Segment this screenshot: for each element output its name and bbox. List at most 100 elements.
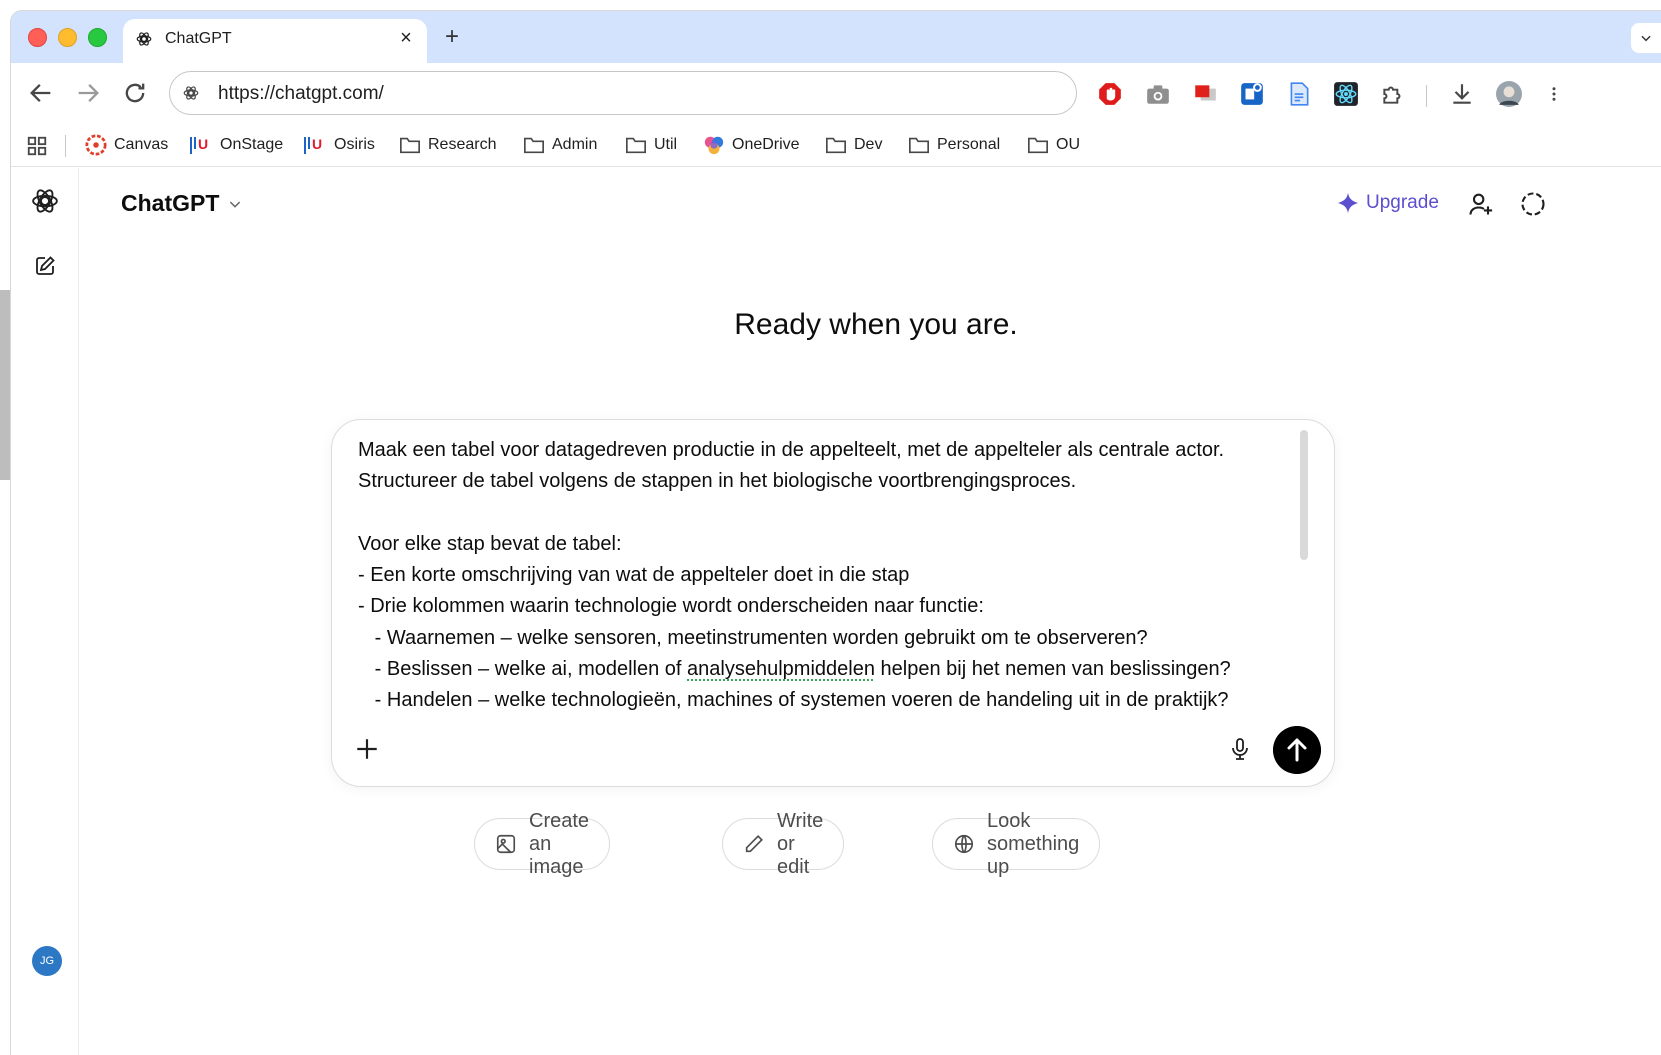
model-selector-title[interactable]: ChatGPT [121, 190, 219, 217]
chip-look-up[interactable]: Look something up [932, 810, 1101, 878]
prompt-line: - Handelen – welke technologieën, machin… [358, 689, 1229, 712]
bookmark-research[interactable]: Research [399, 133, 496, 157]
chip-create-image[interactable]: Create an image [474, 810, 611, 878]
uu-logo-icon: U [190, 136, 208, 154]
folder-icon [524, 137, 544, 154]
bookmark-label: Personal [937, 136, 1001, 153]
prompt-line: - Waarnemen – welke sensoren, meetinstru… [358, 626, 1148, 649]
openai-logo-icon [136, 32, 152, 46]
new-tab-button[interactable]: + [439, 25, 465, 51]
folder-icon [826, 137, 846, 154]
tab-search-button[interactable] [1631, 23, 1661, 53]
apps-grid-icon[interactable] [26, 135, 48, 157]
bookmark-admin[interactable]: Admin [523, 133, 597, 157]
tab-strip: ChatGPT × + [11, 11, 1661, 63]
add-attachment-icon[interactable] [354, 736, 380, 762]
folder-icon [1028, 137, 1048, 154]
download-icon[interactable] [1449, 81, 1475, 107]
prompt-textarea[interactable]: Maak een tabel voor datagedreven product… [358, 435, 1308, 729]
bookmark-util[interactable]: Util [625, 133, 677, 157]
folder-icon [400, 137, 420, 154]
composer-scrollbar[interactable] [1300, 430, 1308, 560]
chevron-down-icon[interactable] [227, 196, 243, 212]
hero-heading: Ready when you are. [734, 308, 1018, 341]
back-arrow-icon[interactable] [27, 79, 55, 107]
prompt-line: Voor elke stap bevat de tabel: [358, 532, 622, 555]
docs-extension-icon[interactable] [1286, 81, 1312, 107]
bookmark-osiris[interactable]: U Osiris [303, 133, 375, 157]
prompt-line: helpen bij het nemen van beslissingen? [874, 658, 1231, 681]
chevron-down-icon [1641, 35, 1651, 42]
bookmark-ou[interactable]: OU [1027, 133, 1080, 157]
profile-avatar-icon[interactable] [1496, 81, 1522, 107]
prompt-line: Structureer de tabel volgens de stappen … [358, 470, 1077, 493]
bookmark-onstage[interactable]: U OnStage [189, 133, 283, 157]
prompt-line: - Drie kolommen waarin technologie wordt… [358, 595, 984, 618]
maximize-window-button[interactable] [88, 28, 107, 47]
sparkle-icon [1337, 192, 1359, 214]
toolbar-divider [1426, 85, 1427, 107]
svg-text:U: U [312, 136, 322, 152]
upgrade-button[interactable]: Upgrade [1337, 188, 1439, 218]
chip-label: Look something up [987, 809, 1080, 878]
password-extension-icon[interactable] [1239, 81, 1265, 107]
svg-text:U: U [198, 136, 208, 152]
site-info-icon[interactable] [182, 84, 200, 102]
bookmark-label: Util [654, 136, 678, 153]
send-button[interactable] [1273, 726, 1321, 774]
pdf-extension-icon[interactable] [1192, 81, 1218, 107]
bookmarks-divider [65, 135, 66, 157]
image-icon [496, 834, 516, 854]
react-devtools-icon[interactable] [1333, 81, 1359, 107]
prompt-composer[interactable]: Maak een tabel voor datagedreven product… [331, 419, 1335, 787]
adblock-extension-icon[interactable] [1097, 81, 1123, 107]
more-menu-icon[interactable] [1545, 81, 1563, 107]
url-text: https://chatgpt.com/ [218, 83, 384, 104]
minimize-window-button[interactable] [58, 28, 77, 47]
new-chat-icon[interactable] [33, 254, 57, 278]
browser-window: ChatGPT × + https://chatgpt.com/ Canvas … [10, 10, 1661, 1055]
openai-logo-icon[interactable] [30, 186, 60, 216]
page-scroll-edge [0, 290, 10, 480]
bookmark-onedrive[interactable]: OneDrive [703, 133, 800, 157]
uu-logo-icon: U [304, 136, 322, 154]
chip-write-edit[interactable]: Write or edit [722, 810, 845, 878]
chip-label: Create an image [529, 809, 590, 878]
camera-extension-icon[interactable] [1145, 81, 1171, 107]
bookmark-label: OneDrive [732, 136, 800, 153]
bookmark-personal[interactable]: Personal [908, 133, 1000, 157]
prompt-line: - Een korte omschrijving van wat de appe… [358, 564, 910, 587]
prompt-line: Maak een tabel voor datagedreven product… [358, 439, 1225, 461]
globe-icon [954, 834, 974, 854]
folder-icon [626, 137, 646, 154]
bookmark-label: Admin [552, 136, 598, 153]
bookmark-label: Osiris [334, 136, 375, 153]
forward-arrow-icon[interactable] [74, 79, 102, 107]
bookmarks-bar: Canvas U OnStage U Osiris Research Admin… [11, 123, 1661, 167]
tab-close-button[interactable]: × [395, 27, 417, 49]
address-bar[interactable]: https://chatgpt.com/ [169, 71, 1077, 115]
browser-toolbar: https://chatgpt.com/ [11, 63, 1661, 123]
chip-label: Write or edit [777, 809, 824, 878]
bookmark-label: Research [428, 136, 497, 153]
bookmark-label: Canvas [114, 136, 169, 153]
onedrive-logo-icon [704, 136, 724, 155]
temporary-chat-icon[interactable] [1519, 190, 1547, 218]
bookmark-label: Dev [854, 136, 883, 153]
tab-title: ChatGPT [165, 30, 232, 47]
folder-icon [909, 137, 929, 154]
bookmark-label: OnStage [220, 136, 284, 153]
microphone-icon[interactable] [1228, 737, 1252, 761]
bookmark-dev[interactable]: Dev [825, 133, 882, 157]
extensions-puzzle-icon[interactable] [1380, 81, 1406, 107]
canvas-logo-icon [85, 134, 107, 156]
close-window-button[interactable] [28, 28, 47, 47]
add-person-icon[interactable] [1467, 190, 1495, 218]
tab-chatgpt[interactable]: ChatGPT × [123, 19, 427, 63]
reload-icon[interactable] [121, 79, 149, 107]
spellcheck-word: analysehulpmiddelen [687, 658, 875, 681]
user-avatar[interactable]: JG [32, 946, 62, 976]
bookmark-label: OU [1056, 136, 1080, 153]
prompt-line: - Beslissen – welke ai, modellen of [358, 658, 688, 681]
bookmark-canvas[interactable]: Canvas [85, 133, 168, 157]
